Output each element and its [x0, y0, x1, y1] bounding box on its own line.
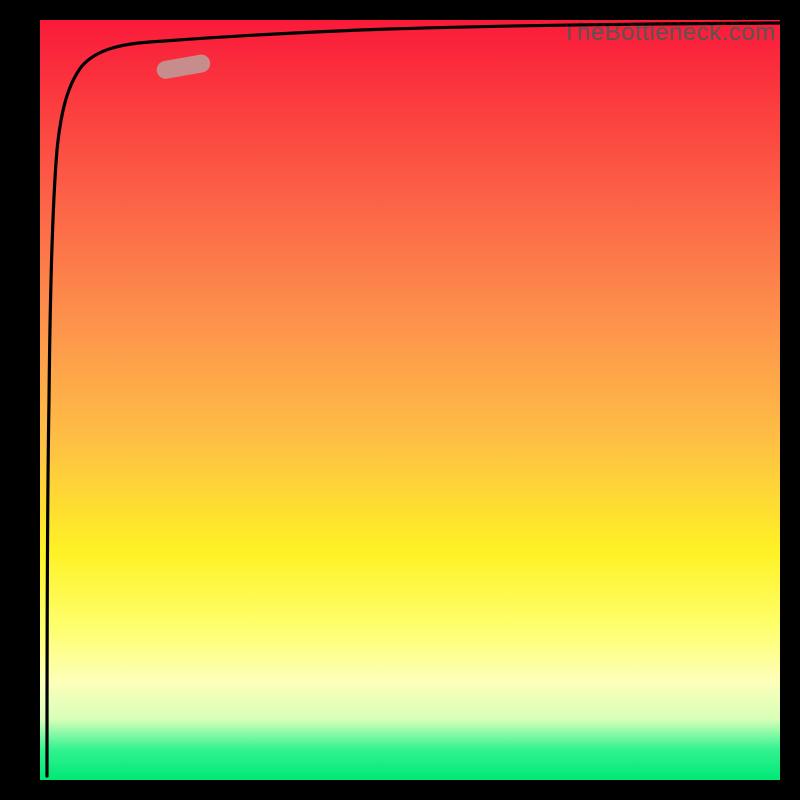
- curve-marker: [155, 53, 211, 80]
- curve-overlay: [0, 0, 800, 800]
- chart-container: { "watermark": "TheBottleneck.com", "cha…: [0, 0, 800, 800]
- data-curve: [47, 23, 780, 776]
